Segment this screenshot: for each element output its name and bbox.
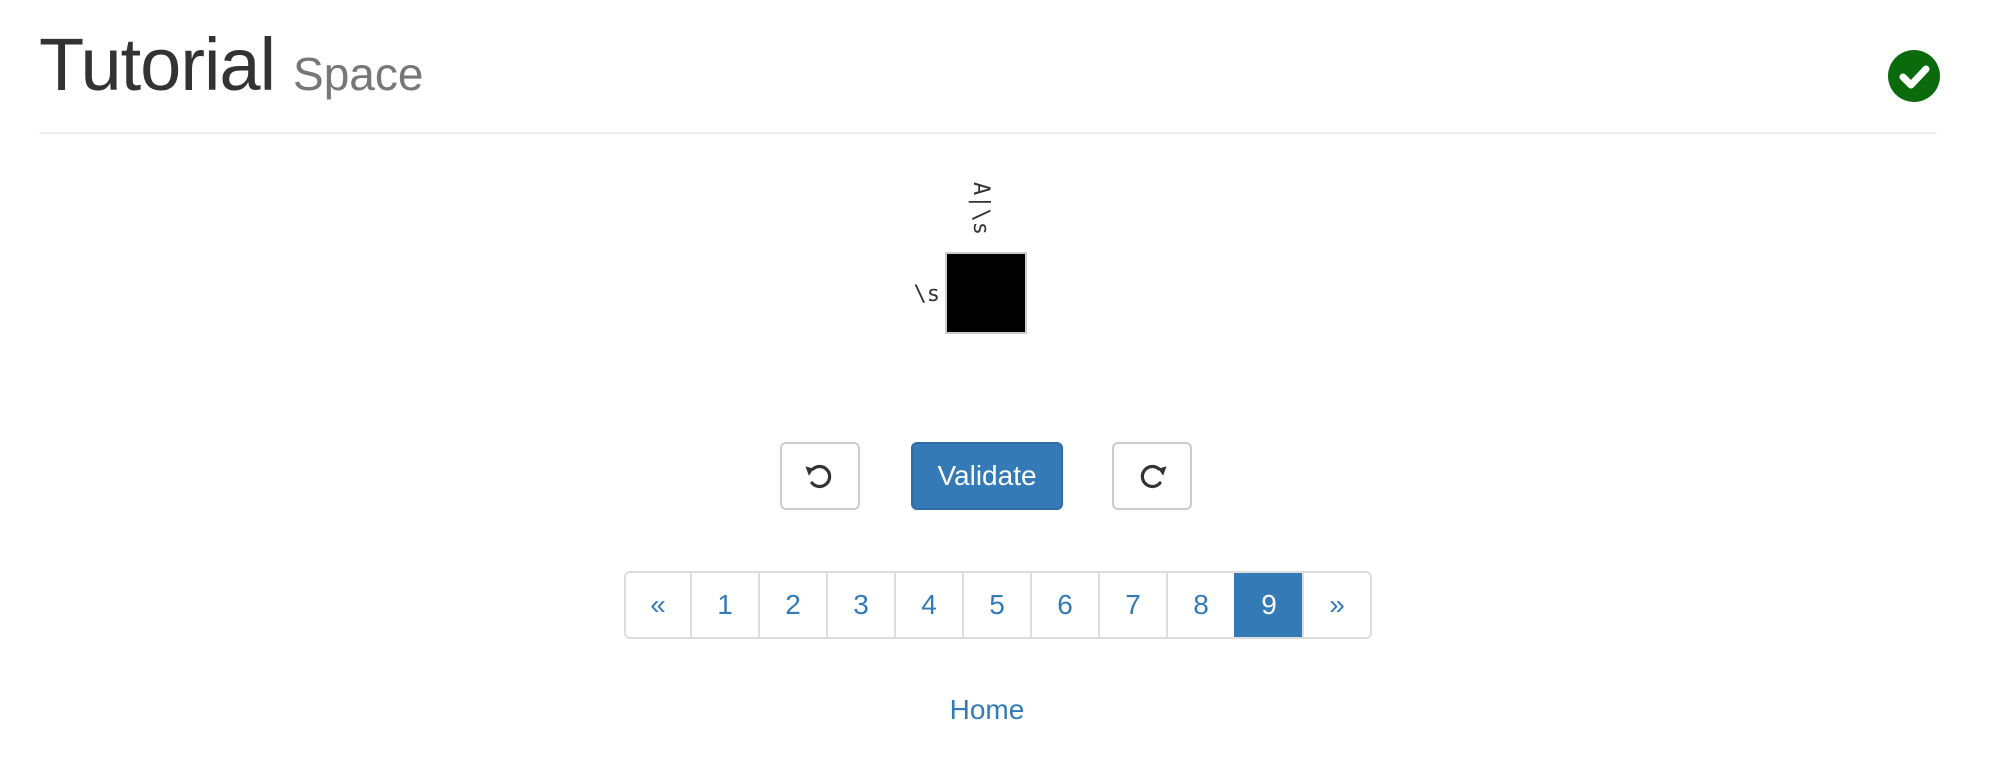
- pagination-page-3[interactable]: 3: [826, 573, 894, 637]
- home-link[interactable]: Home: [900, 690, 1074, 730]
- pagination-page-1[interactable]: 1: [690, 573, 758, 637]
- pagination-page-8[interactable]: 8: [1166, 573, 1234, 637]
- pagination: « 1 2 3 4 5 6 7 8 9 »: [624, 571, 1372, 639]
- column-clue: A|\s: [967, 182, 993, 244]
- row-clue: \s: [913, 282, 941, 307]
- pagination-page-4[interactable]: 4: [894, 573, 962, 637]
- pagination-page-9[interactable]: 9: [1234, 573, 1302, 637]
- pagination-page-7[interactable]: 7: [1098, 573, 1166, 637]
- pagination-next[interactable]: »: [1302, 573, 1370, 637]
- puzzle-cell[interactable]: [945, 252, 1027, 334]
- page: TutorialSpace A|\s \s Validate « 1 2 3: [0, 0, 1998, 764]
- pagination-page-6[interactable]: 6: [1030, 573, 1098, 637]
- undo-button[interactable]: [780, 442, 860, 510]
- puzzle-grid: A|\s \s: [0, 0, 1998, 360]
- redo-button[interactable]: [1112, 442, 1192, 510]
- pagination-page-2[interactable]: 2: [758, 573, 826, 637]
- validate-button[interactable]: Validate: [911, 442, 1063, 510]
- pagination-prev[interactable]: «: [626, 573, 690, 637]
- undo-icon: [805, 464, 832, 489]
- column-clue-text: A|\s: [968, 182, 993, 235]
- redo-icon: [1140, 464, 1167, 489]
- pagination-page-5[interactable]: 5: [962, 573, 1030, 637]
